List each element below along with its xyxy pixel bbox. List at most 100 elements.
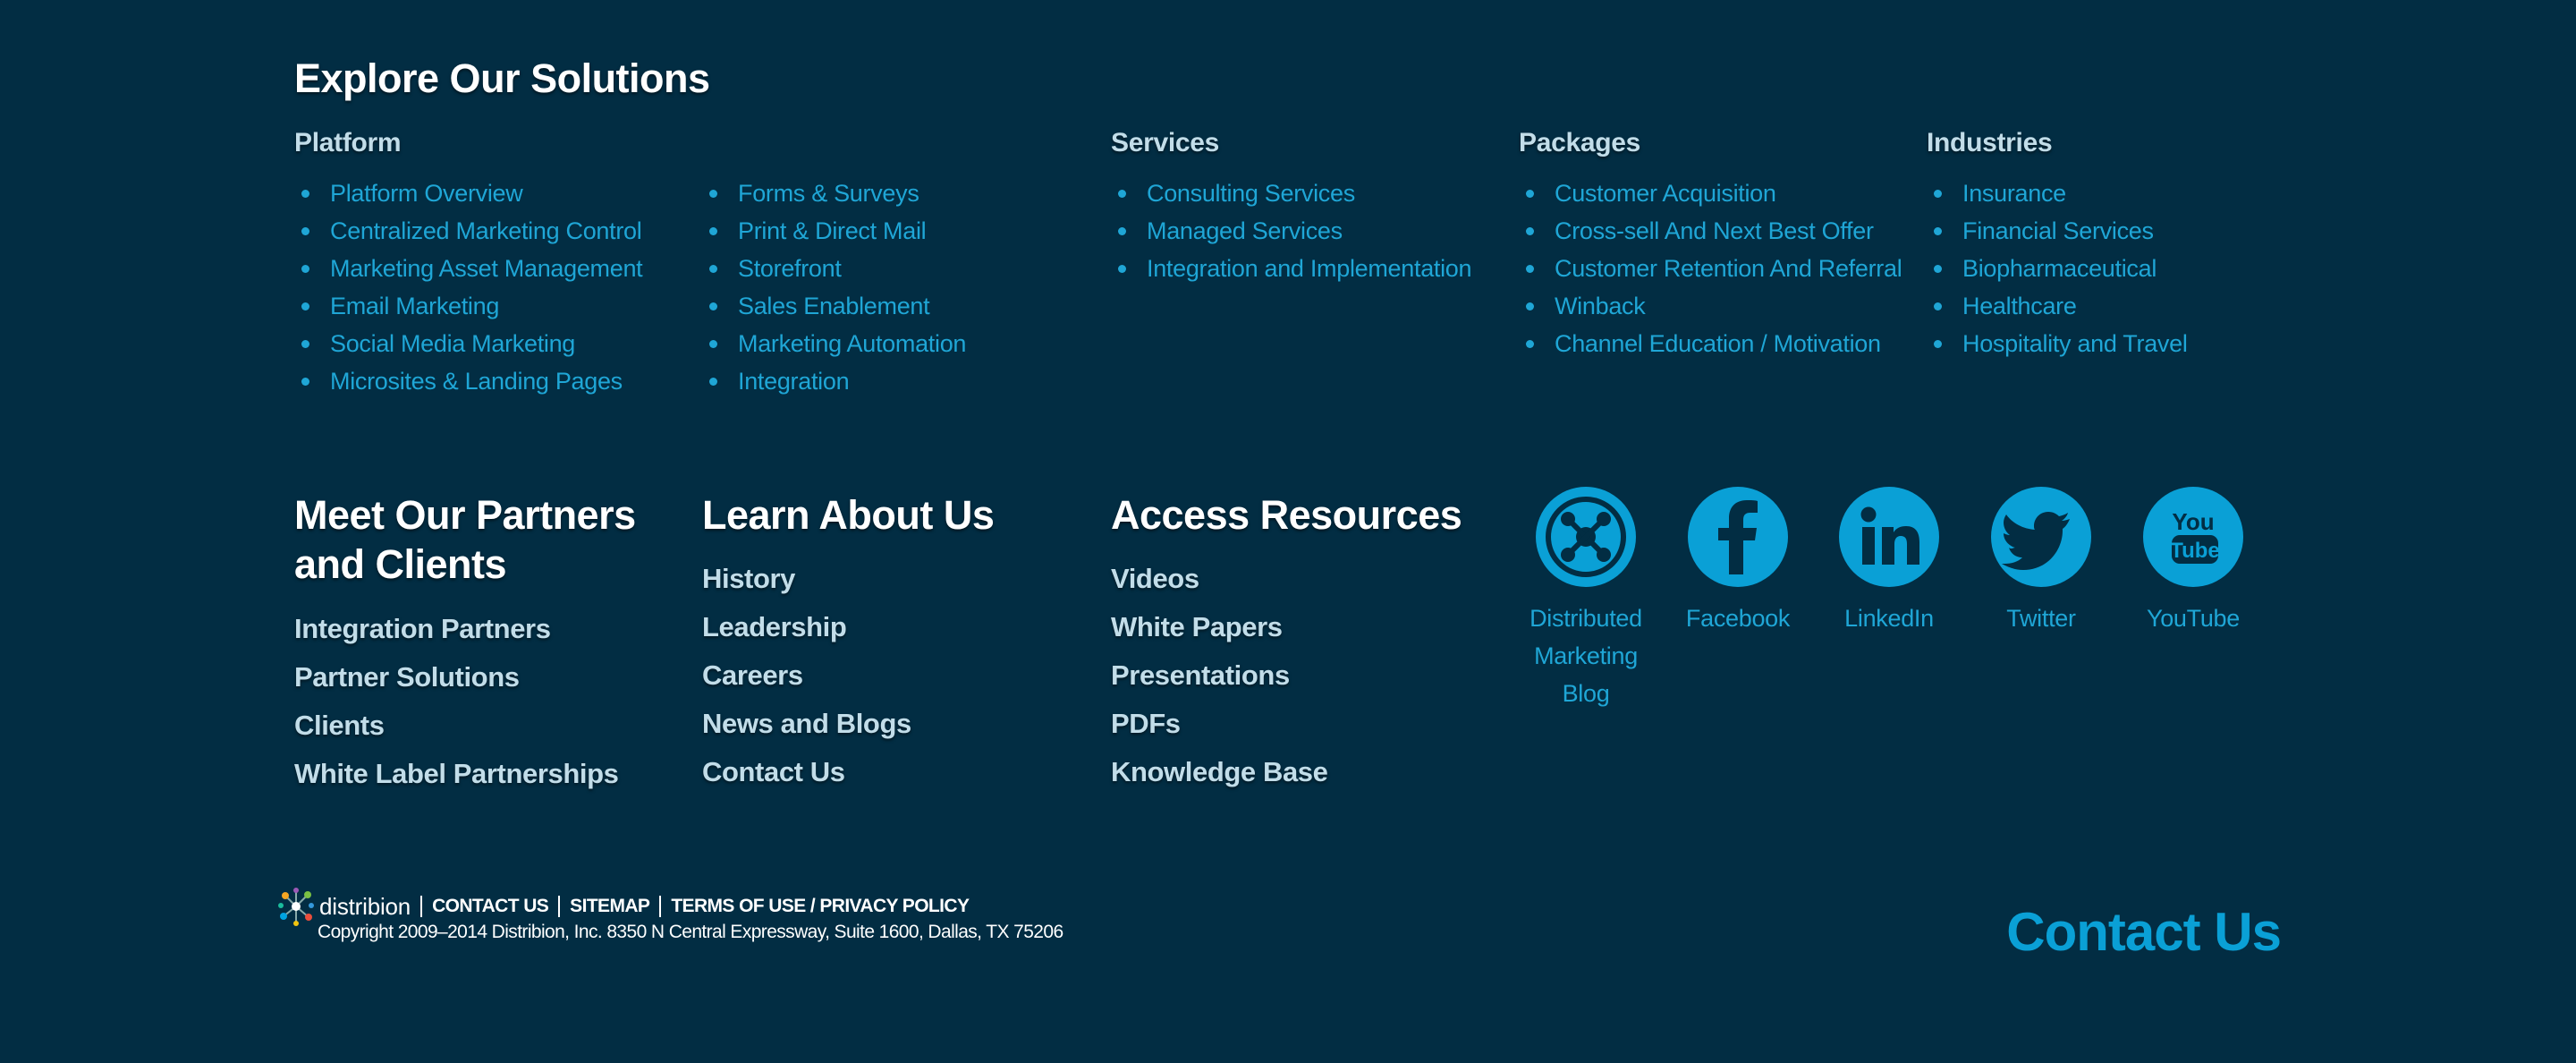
list-item[interactable]: Contact Us (702, 748, 911, 796)
videos-link[interactable]: Videos (1111, 563, 1199, 594)
list-item[interactable]: Clients (294, 702, 618, 750)
clients-link[interactable]: Clients (294, 710, 385, 741)
partner-solutions-link[interactable]: Partner Solutions (294, 661, 520, 693)
footer-sitemap-link[interactable]: SITEMAP (570, 896, 650, 917)
healthcare-link[interactable]: Healthcare (1962, 293, 2077, 319)
list-item[interactable]: Email Marketing (294, 287, 642, 325)
print-direct-mail-link[interactable]: Print & Direct Mail (738, 217, 927, 244)
bullet (709, 190, 717, 198)
bullet (1934, 265, 1942, 273)
list-item[interactable]: Microsites & Landing Pages (294, 362, 642, 400)
about-heading: Learn About Us (702, 492, 995, 538)
consulting-services-link[interactable]: Consulting Services (1147, 180, 1355, 207)
footer-terms-privacy-link[interactable]: TERMS OF USE / PRIVACY POLICY (671, 896, 970, 917)
list-item[interactable]: Partner Solutions (294, 653, 618, 702)
list-item[interactable]: Storefront (702, 250, 966, 287)
cross-sell-link[interactable]: Cross-sell And Next Best Offer (1555, 217, 1874, 244)
contact-us-cta[interactable]: Contact Us (2006, 901, 2282, 963)
customer-acquisition-link[interactable]: Customer Acquisition (1555, 180, 1776, 207)
list-item[interactable]: White Label Partnerships (294, 750, 619, 798)
news-blogs-link[interactable]: News and Blogs (702, 708, 911, 739)
twitter-social-link[interactable]: Twitter (1965, 487, 2117, 637)
bullet (301, 227, 309, 235)
list-item[interactable]: Cross-sell And Next Best Offer (1519, 212, 1902, 250)
facebook-social-link[interactable]: Facebook (1662, 487, 1814, 637)
microsites-landing-pages-link[interactable]: Microsites & Landing Pages (330, 368, 623, 395)
list-item[interactable]: Presentations (1111, 651, 1327, 700)
list-item[interactable]: Platform Overview (294, 174, 642, 212)
social-media-marketing-link[interactable]: Social Media Marketing (330, 330, 575, 357)
forms-surveys-link[interactable]: Forms & Surveys (738, 180, 919, 207)
leadership-link[interactable]: Leadership (702, 611, 847, 642)
bullet (301, 340, 309, 348)
youtube-social-link[interactable]: You Tube YouTube (2117, 487, 2269, 637)
integration-link[interactable]: Integration (738, 368, 850, 395)
list-item[interactable]: Integration and Implementation (1111, 250, 1472, 287)
list-item[interactable]: Biopharmaceutical (1927, 250, 2188, 287)
list-item[interactable]: History (702, 555, 911, 603)
list-item[interactable]: Careers (702, 651, 911, 700)
footer-contact-us-link[interactable]: CONTACT US (432, 896, 549, 917)
list-item[interactable]: Integration Partners (294, 605, 618, 653)
list-item[interactable]: Winback (1519, 287, 1902, 325)
knowledge-base-link[interactable]: Knowledge Base (1111, 756, 1328, 787)
white-papers-link[interactable]: White Papers (1111, 611, 1283, 642)
list-item[interactable]: Forms & Surveys (702, 174, 966, 212)
bullet (1934, 190, 1942, 198)
list-item[interactable]: Marketing Automation (702, 325, 966, 362)
list-item[interactable]: Integration (702, 362, 966, 400)
white-label-partnerships-link[interactable]: White Label Partnerships (294, 758, 619, 789)
centralized-marketing-control-link[interactable]: Centralized Marketing Control (330, 217, 642, 244)
list-item[interactable]: Videos (1111, 555, 1327, 603)
platform-overview-link[interactable]: Platform Overview (330, 180, 523, 207)
list-item[interactable]: Hospitality and Travel (1927, 325, 2188, 362)
integration-partners-link[interactable]: Integration Partners (294, 613, 551, 644)
careers-link[interactable]: Careers (702, 659, 803, 691)
pdfs-link[interactable]: PDFs (1111, 708, 1181, 739)
list-item[interactable]: Centralized Marketing Control (294, 212, 642, 250)
presentations-link[interactable]: Presentations (1111, 659, 1290, 691)
bullet (301, 302, 309, 310)
list-item[interactable]: Financial Services (1927, 212, 2188, 250)
email-marketing-link[interactable]: Email Marketing (330, 293, 499, 319)
insurance-link[interactable]: Insurance (1962, 180, 2066, 207)
distribion-logo[interactable]: distribion (278, 887, 411, 926)
history-link[interactable]: History (702, 563, 795, 594)
list-item[interactable]: Sales Enablement (702, 287, 966, 325)
list-item[interactable]: PDFs (1111, 700, 1327, 748)
biopharmaceutical-link[interactable]: Biopharmaceutical (1962, 255, 2157, 282)
financial-services-link[interactable]: Financial Services (1962, 217, 2154, 244)
list-item[interactable]: Print & Direct Mail (702, 212, 966, 250)
list-item[interactable]: Leadership (702, 603, 911, 651)
list-item[interactable]: Channel Education / Motivation (1519, 325, 1902, 362)
hospitality-travel-link[interactable]: Hospitality and Travel (1962, 330, 2188, 357)
list-item[interactable]: White Papers (1111, 603, 1327, 651)
list-item[interactable]: Knowledge Base (1111, 748, 1328, 796)
footer-separator (558, 896, 561, 917)
list-item[interactable]: Consulting Services (1111, 174, 1471, 212)
list-item[interactable]: Healthcare (1927, 287, 2188, 325)
customer-retention-link[interactable]: Customer Retention And Referral (1555, 255, 1902, 282)
youtube-logo-you: You (2172, 508, 2214, 535)
list-item[interactable]: Managed Services (1111, 212, 1471, 250)
sales-enablement-link[interactable]: Sales Enablement (738, 293, 930, 319)
bullet (709, 227, 717, 235)
managed-services-link[interactable]: Managed Services (1147, 217, 1343, 244)
bullet (1934, 227, 1942, 235)
integration-implementation-link[interactable]: Integration and Implementation (1147, 255, 1472, 282)
blog-social-link[interactable]: Distributed Marketing Blog (1510, 487, 1662, 712)
contact-us-link[interactable]: Contact Us (702, 756, 845, 787)
blog-label: Distributed Marketing Blog (1510, 600, 1662, 712)
list-item[interactable]: Marketing Asset Management (294, 250, 643, 287)
list-item[interactable]: Customer Retention And Referral (1519, 250, 1902, 287)
storefront-link[interactable]: Storefront (738, 255, 842, 282)
list-item[interactable]: Insurance (1927, 174, 2188, 212)
marketing-asset-management-link[interactable]: Marketing Asset Management (330, 255, 643, 282)
winback-link[interactable]: Winback (1555, 293, 1646, 319)
list-item[interactable]: Customer Acquisition (1519, 174, 1902, 212)
channel-education-link[interactable]: Channel Education / Motivation (1555, 330, 1881, 357)
list-item[interactable]: News and Blogs (702, 700, 911, 748)
list-item[interactable]: Social Media Marketing (294, 325, 642, 362)
marketing-automation-link[interactable]: Marketing Automation (738, 330, 966, 357)
linkedin-social-link[interactable]: LinkedIn (1813, 487, 1965, 637)
